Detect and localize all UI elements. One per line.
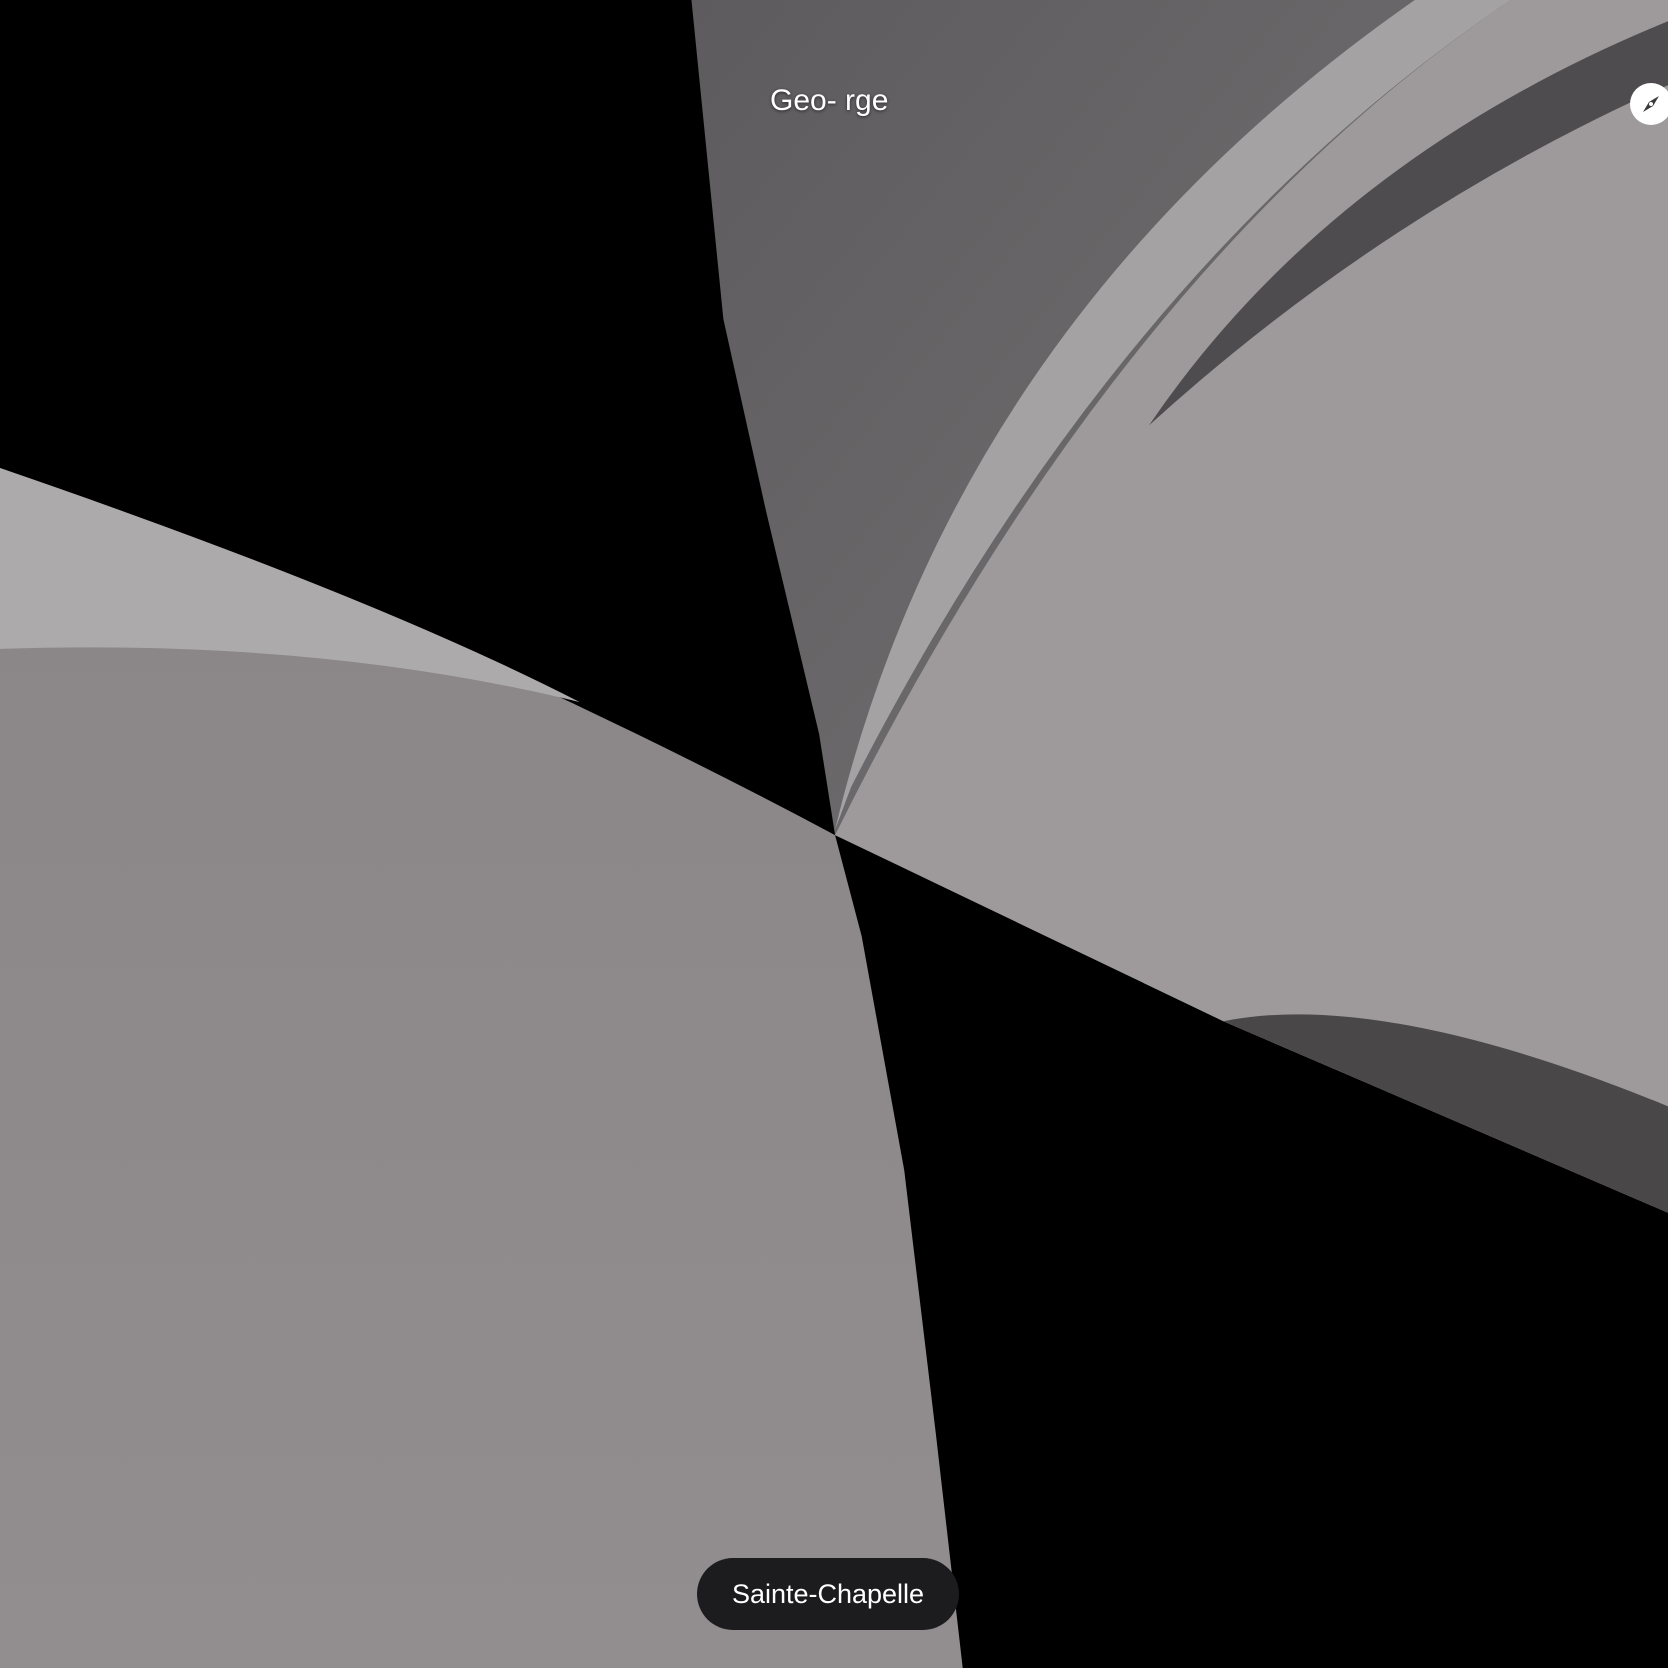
compass-icon [1643, 96, 1659, 112]
panorama-view[interactable] [0, 0, 1668, 1668]
place-button[interactable]: Sainte-Chapelle [697, 1558, 959, 1630]
street-view[interactable]: Geo- rge Sainte-Chapelle [0, 0, 1668, 1668]
place-button-label: Sainte-Chapelle [731, 1578, 925, 1609]
compass-button[interactable] [1630, 83, 1668, 125]
street-label: Geo- rge [770, 84, 889, 117]
